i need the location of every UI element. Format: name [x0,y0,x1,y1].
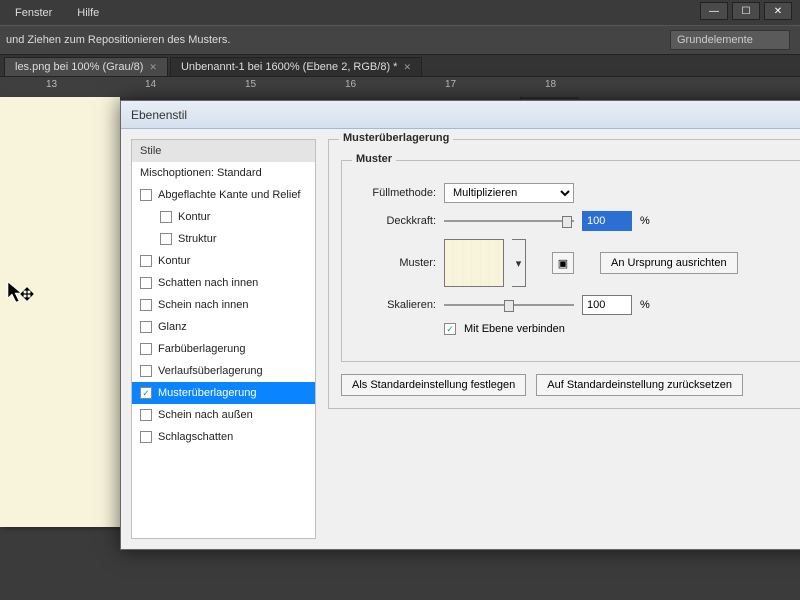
label: Glanz [158,321,187,333]
ruler-tick: 15 [245,79,256,90]
doc-tab-2[interactable]: Unbenannt-1 bei 1600% (Ebene 2, RGB/8) *… [170,57,422,76]
ruler-horizontal: 13 14 15 16 17 18 [0,77,800,97]
link-label: Mit Ebene verbinden [464,323,565,335]
scale-slider[interactable] [444,298,574,312]
style-color-overlay[interactable]: Farbüberlagerung [132,338,315,360]
doc-tab-2-label: Unbenannt-1 bei 1600% (Ebene 2, RGB/8) * [181,61,397,73]
checkbox[interactable] [160,211,172,223]
minimize-button[interactable]: — [700,2,728,20]
checkbox[interactable] [140,365,152,377]
ruler-tick: 13 [46,79,57,90]
link-checkbox[interactable]: ✓ [444,323,456,335]
workspace-label: Grundelemente [677,34,753,46]
style-gradient-overlay[interactable]: Verlaufsüberlagerung [132,360,315,382]
checkbox[interactable] [140,321,152,333]
snap-origin-button[interactable]: An Ursprung ausrichten [600,252,738,274]
label: Farbüberlagerung [158,343,245,355]
opacity-input[interactable] [582,211,632,231]
checkbox[interactable] [140,343,152,355]
style-inner-glow[interactable]: Schein nach innen [132,294,315,316]
canvas[interactable] [0,97,120,527]
label: Kontur [178,211,210,223]
new-preset-icon[interactable]: ▣ [552,252,574,274]
ruler-tick: 14 [145,79,156,90]
checkbox[interactable] [140,189,152,201]
doc-tab-1-label: les.png bei 100% (Grau/8) [15,61,143,73]
checkbox[interactable] [160,233,172,245]
style-outer-glow[interactable]: Schein nach außen [132,404,315,426]
doc-tab-1[interactable]: les.png bei 100% (Grau/8) ✕ [4,57,168,76]
reset-default-button[interactable]: Auf Standardeinstellung zurücksetzen [536,374,743,396]
label: Abgeflachte Kante und Relief [158,189,301,201]
menu-fenster[interactable]: Fenster [15,7,52,19]
checkbox[interactable] [140,299,152,311]
pattern-label: Muster: [354,257,436,269]
style-satin[interactable]: Glanz [132,316,315,338]
close-icon[interactable]: ✕ [149,62,157,73]
checkbox[interactable] [140,255,152,267]
style-pattern-overlay[interactable]: ✓ Musterüberlagerung [132,382,315,404]
blend-label: Füllmethode: [354,187,436,199]
scale-input[interactable] [582,295,632,315]
pct-label: % [640,215,650,227]
close-button[interactable]: ✕ [764,2,792,20]
menu-bar: Fenster Hilfe — ☐ ✕ [0,0,800,25]
style-drop-shadow[interactable]: Schlagschatten [132,426,315,448]
subsection-title: Muster [352,153,396,165]
pattern-swatch[interactable] [444,239,504,287]
style-inner-shadow[interactable]: Schatten nach innen [132,272,315,294]
style-bevel-texture[interactable]: Struktur [132,228,315,250]
label: Musterüberlagerung [158,387,256,399]
label: Kontur [158,255,190,267]
options-bar: und Ziehen zum Repositionieren des Muste… [0,25,800,55]
blending-options[interactable]: Mischoptionen: Standard [132,162,315,184]
ruler-tick: 18 [545,79,556,90]
label: Schein nach außen [158,409,253,421]
document-tabs: les.png bei 100% (Grau/8) ✕ Unbenannt-1 … [0,55,800,77]
ruler-tick: 16 [345,79,356,90]
section-title: Musterüberlagerung [339,132,453,144]
style-list: Stile Mischoptionen: Standard Abgeflacht… [131,139,316,539]
style-list-header[interactable]: Stile [132,140,315,162]
opacity-label: Deckkraft: [354,215,436,227]
maximize-button[interactable]: ☐ [732,2,760,20]
label: Schein nach innen [158,299,249,311]
checkbox[interactable] [140,409,152,421]
layer-style-dialog: Ebenenstil Stile Mischoptionen: Standard… [120,100,800,550]
scale-label: Skalieren: [354,299,436,311]
label: Verlaufsüberlagerung [158,365,263,377]
ruler-tick: 17 [445,79,456,90]
label: Struktur [178,233,217,245]
pattern-picker-dropdown[interactable]: ▾ [512,239,526,287]
dialog-title: Ebenenstil [121,101,800,129]
checkbox[interactable]: ✓ [140,387,152,399]
window-controls: — ☐ ✕ [700,2,792,20]
label: Schlagschatten [158,431,233,443]
checkbox[interactable] [140,277,152,289]
style-bevel[interactable]: Abgeflachte Kante und Relief [132,184,315,206]
close-icon[interactable]: ✕ [403,62,411,73]
menu-hilfe[interactable]: Hilfe [77,7,99,19]
pct-label: % [640,299,650,311]
style-settings: Musterüberlagerung Muster Füllmethode: M… [316,129,800,549]
hint-text: und Ziehen zum Repositionieren des Muste… [6,34,230,46]
blend-mode-select[interactable]: Multiplizieren [444,183,574,203]
style-bevel-contour[interactable]: Kontur [132,206,315,228]
workspace-selector[interactable]: Grundelemente [670,30,790,50]
label: Schatten nach innen [158,277,258,289]
make-default-button[interactable]: Als Standardeinstellung festlegen [341,374,526,396]
style-stroke[interactable]: Kontur [132,250,315,272]
checkbox[interactable] [140,431,152,443]
opacity-slider[interactable] [444,214,574,228]
